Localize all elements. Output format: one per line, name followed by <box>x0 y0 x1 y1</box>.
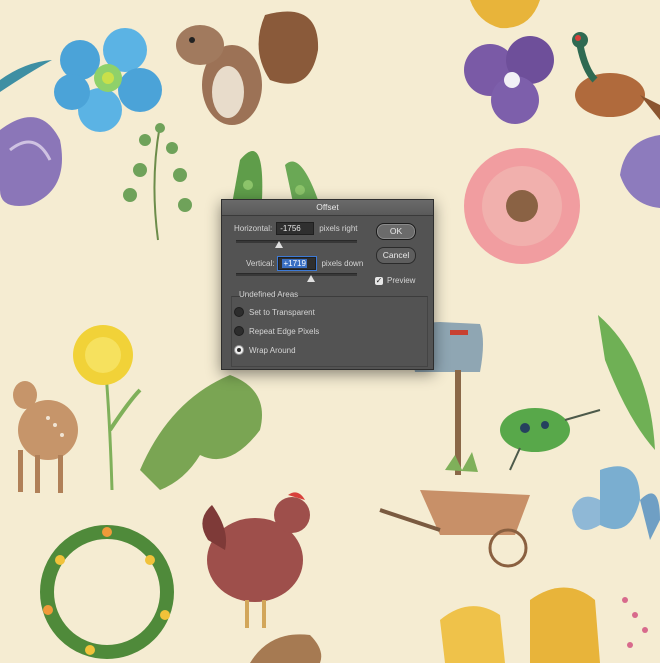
dialog-title: Offset <box>222 200 433 216</box>
option-label: Set to Transparent <box>249 307 315 317</box>
preview-checkbox[interactable]: ✓ <box>375 276 383 285</box>
horizontal-slider-thumb[interactable] <box>275 241 283 248</box>
option-wrap-around[interactable]: Wrap Around <box>234 345 296 355</box>
undefined-areas-title: Undefined Areas <box>239 290 299 299</box>
preview-label: Preview <box>387 276 416 285</box>
daisy-illustration <box>464 148 580 264</box>
radio-set-to-transparent[interactable] <box>234 307 244 317</box>
offset-dialog: Offset Horizontal: -1756 pixels right Ve… <box>221 199 434 370</box>
option-label: Repeat Edge Pixels <box>249 326 320 336</box>
vertical-input-selection: +1719 <box>282 259 307 268</box>
ok-button[interactable]: OK <box>376 223 416 240</box>
radio-repeat-edge-pixels[interactable] <box>234 326 244 336</box>
vertical-label: Vertical: <box>246 259 275 268</box>
option-set-to-transparent[interactable]: Set to Transparent <box>234 307 315 317</box>
horizontal-input[interactable]: -1756 <box>276 222 315 235</box>
vertical-unit: pixels down <box>321 259 364 268</box>
preview-checkbox-row[interactable]: ✓ Preview <box>375 276 415 285</box>
vertical-input[interactable]: +1719 <box>277 256 318 271</box>
radio-wrap-around[interactable] <box>234 345 244 355</box>
horizontal-label: Horizontal: <box>234 224 273 233</box>
vertical-row: Vertical: +1719 pixels down <box>246 256 364 271</box>
vertical-slider-track[interactable] <box>236 273 357 276</box>
option-label: Wrap Around <box>249 345 296 355</box>
horizontal-row: Horizontal: -1756 pixels right <box>234 222 358 235</box>
cancel-button[interactable]: Cancel <box>376 247 416 264</box>
vertical-slider-thumb[interactable] <box>307 275 315 282</box>
option-repeat-edge-pixels[interactable]: Repeat Edge Pixels <box>234 326 319 336</box>
horizontal-unit: pixels right <box>319 224 358 233</box>
horizontal-slider-track[interactable] <box>236 240 357 243</box>
